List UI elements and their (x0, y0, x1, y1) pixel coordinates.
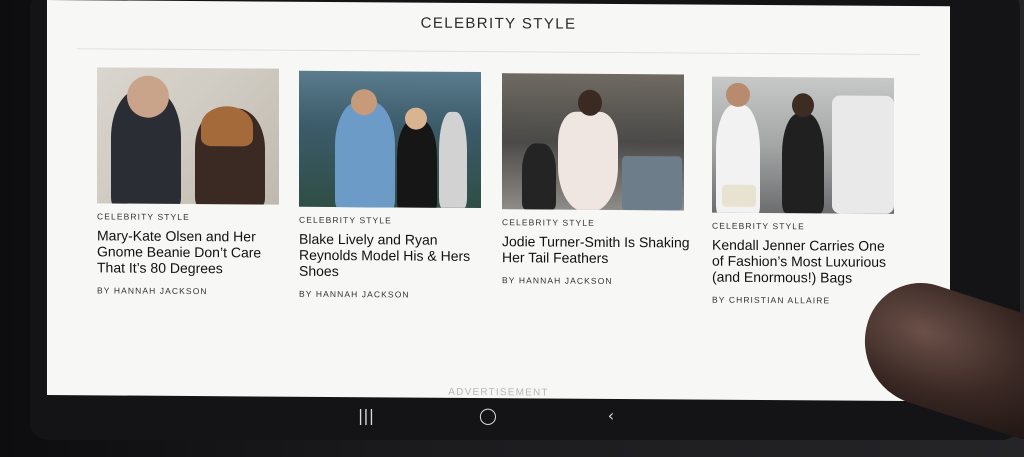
figure-shape (578, 89, 602, 116)
section-divider (77, 48, 920, 56)
article-card[interactable]: CELEBRITY STYLE Blake Lively and Ryan Re… (299, 70, 487, 300)
home-icon[interactable]: ◯ (476, 406, 500, 425)
article-byline: BY HANNAH JACKSON (299, 288, 410, 300)
recents-icon[interactable]: ||| (354, 406, 378, 425)
article-byline: BY HANNAH JACKSON (97, 285, 208, 297)
article-card[interactable]: CELEBRITY STYLE Jodie Turner-Smith Is Sh… (502, 73, 690, 286)
figure-shape (782, 113, 824, 214)
figure-shape (522, 143, 556, 210)
figure-shape (832, 95, 894, 214)
article-kicker[interactable]: CELEBRITY STYLE (97, 211, 285, 222)
figure-shape (351, 89, 377, 116)
article-headline[interactable]: Kendall Jenner Carries One of Fashion’s … (712, 237, 900, 286)
figure-shape (397, 119, 437, 209)
article-headline[interactable]: Blake Lively and Ryan Reynolds Model His… (299, 231, 487, 280)
figure-shape (439, 111, 467, 208)
article-byline: BY CHRISTIAN ALLAIRE (712, 294, 831, 306)
article-byline: BY HANNAH JACKSON (502, 275, 613, 286)
article-thumbnail[interactable] (299, 70, 481, 209)
figure-shape (726, 82, 750, 107)
section-title: CELEBRITY STYLE (420, 14, 577, 33)
article-kicker[interactable]: CELEBRITY STYLE (502, 217, 690, 228)
figure-shape (201, 106, 253, 147)
article-thumbnail[interactable] (97, 67, 279, 205)
figure-shape (127, 75, 169, 118)
figure-shape (622, 156, 682, 211)
article-headline[interactable]: Jodie Turner-Smith Is Shaking Her Tail F… (502, 233, 690, 266)
figure-shape (405, 107, 427, 130)
article-thumbnail[interactable] (502, 73, 684, 211)
system-navigation-bar: ||| ◯ ‹ (50, 398, 950, 438)
article-kicker[interactable]: CELEBRITY STYLE (712, 221, 900, 232)
figure-shape (792, 93, 814, 118)
figure-shape (335, 101, 395, 209)
article-kicker[interactable]: CELEBRITY STYLE (299, 215, 487, 226)
article-headline[interactable]: Mary-Kate Olsen and Her Gnome Beanie Don… (97, 227, 285, 276)
article-card[interactable]: CELEBRITY STYLE Kendall Jenner Carries O… (712, 76, 900, 306)
browser-viewport[interactable]: CELEBRITY STYLE CELEBRITY STYLE Mary-Kat… (47, 0, 950, 402)
figure-shape (722, 184, 756, 207)
figure-shape (558, 111, 618, 211)
article-thumbnail[interactable] (712, 76, 894, 214)
article-card[interactable]: CELEBRITY STYLE Mary-Kate Olsen and Her … (97, 67, 285, 296)
back-icon[interactable]: ‹ (599, 406, 623, 425)
